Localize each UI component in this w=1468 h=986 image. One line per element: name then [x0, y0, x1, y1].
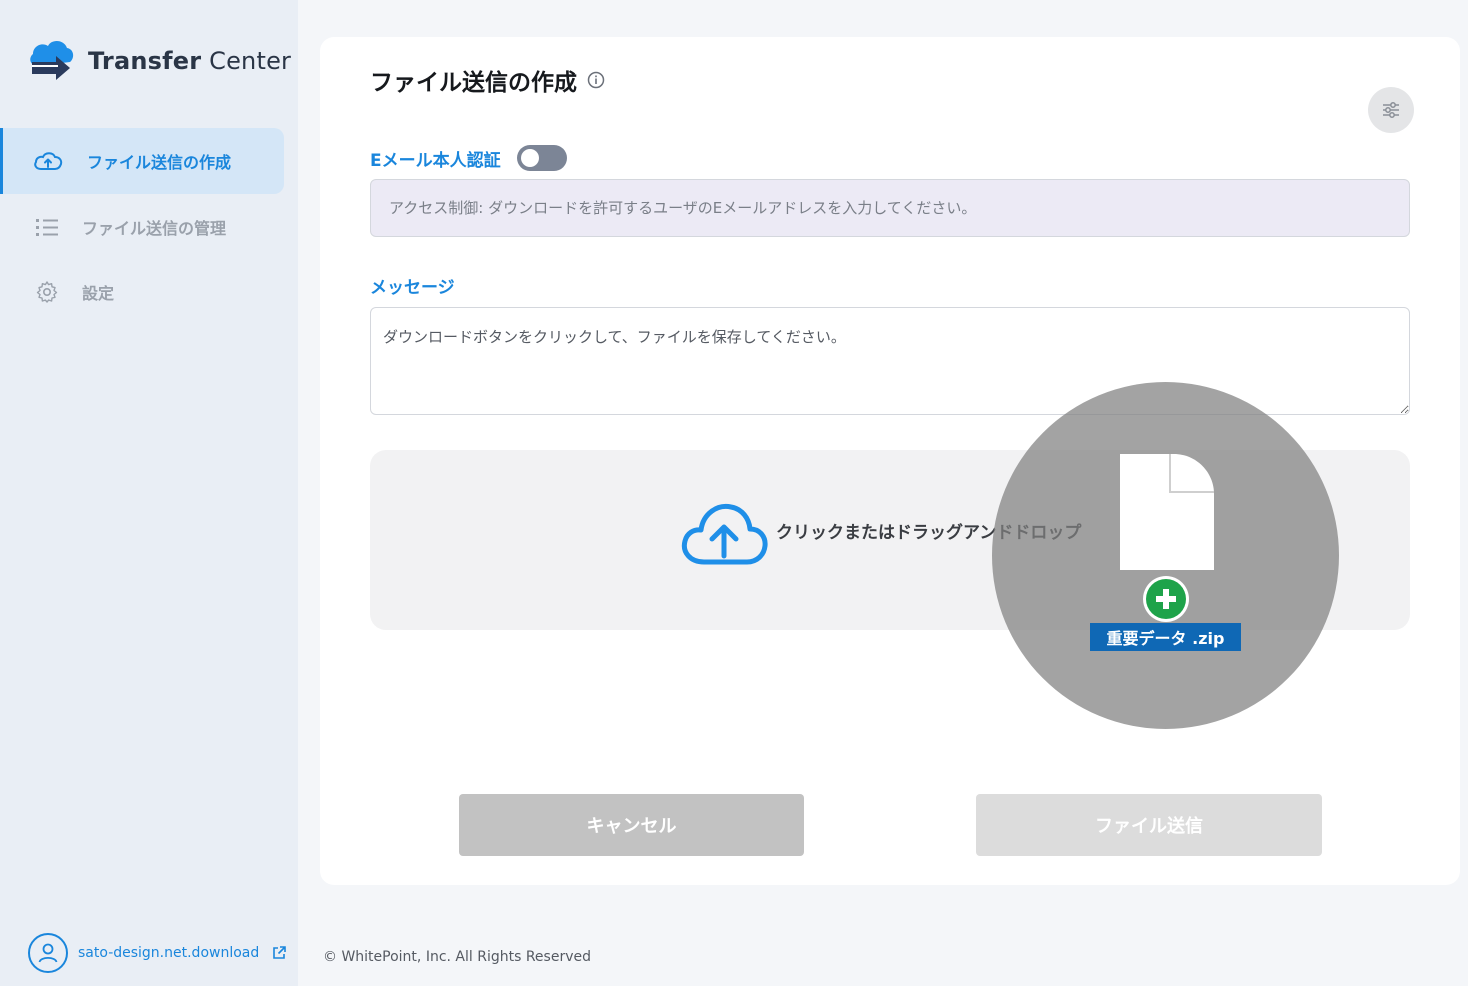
info-icon[interactable]: [587, 71, 605, 89]
sidebar-item-label: ファイル送信の管理: [82, 219, 227, 238]
external-link-icon[interactable]: [271, 945, 287, 961]
page-title: ファイル送信の作成: [370, 63, 605, 97]
message-label: メッセージ: [370, 278, 455, 298]
filter-settings-button[interactable]: [1368, 87, 1414, 133]
cloud-arrow-logo-icon: [30, 40, 74, 80]
gear-icon: [30, 275, 64, 309]
send-file-button[interactable]: ファイル送信: [976, 794, 1322, 856]
app-logo[interactable]: Transfer Center: [26, 36, 291, 86]
footer-copyright: © WhitePoint, Inc. All Rights Reserved: [323, 949, 591, 965]
cloud-upload-icon: [31, 144, 65, 178]
document-icon: [1120, 454, 1214, 574]
email-auth-label: Eメール本人認証: [370, 150, 501, 171]
sidebar-item-create-transfer[interactable]: ファイル送信の作成: [0, 128, 284, 194]
user-name[interactable]: sato-design.net.download: [78, 945, 259, 961]
plus-icon: [1143, 576, 1189, 622]
list-icon: [30, 210, 64, 244]
user-icon: [28, 933, 68, 973]
sidebar-item-label: ファイル送信の作成: [87, 153, 232, 172]
cancel-button[interactable]: キャンセル: [459, 794, 804, 856]
sidebar-item-manage-transfers[interactable]: ファイル送信の管理: [0, 194, 284, 260]
email-auth-row: Eメール本人認証: [370, 145, 567, 171]
page-title-text: ファイル送信の作成: [370, 70, 577, 96]
sidebar: Transfer Center ファイル送信の作成 ファイル送信の管理 設定 s…: [0, 0, 298, 986]
cloud-upload-icon: [680, 498, 768, 572]
app-name: Transfer Center: [88, 47, 292, 75]
drag-file-overlay: 重要データ .zip: [992, 382, 1339, 729]
email-auth-toggle[interactable]: [516, 145, 567, 171]
dragged-file-name: 重要データ .zip: [1090, 623, 1241, 651]
sidebar-item-settings[interactable]: 設定: [0, 259, 284, 325]
message-textarea[interactable]: ダウンロードボタンをクリックして、ファイルを保存してください。: [370, 307, 1410, 415]
sidebar-item-label: 設定: [82, 284, 115, 303]
user-account[interactable]: sato-design.net.download: [28, 932, 287, 974]
sliders-icon: [1383, 102, 1399, 118]
email-access-input[interactable]: [370, 179, 1410, 237]
